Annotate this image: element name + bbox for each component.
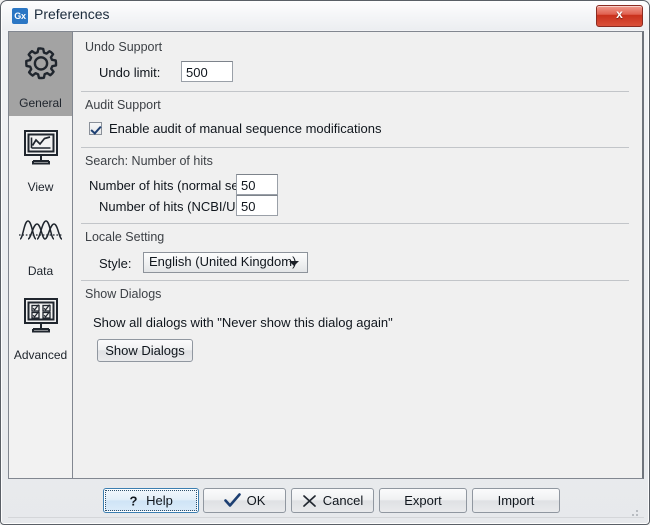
group-title-audit: Audit Support bbox=[85, 98, 161, 112]
locale-style-label: Style: bbox=[99, 256, 132, 271]
audit-checkbox-row[interactable]: Enable audit of manual sequence modifica… bbox=[89, 121, 381, 136]
ok-button[interactable]: OK bbox=[203, 488, 286, 513]
checkmark-icon bbox=[223, 493, 241, 508]
hits-ncbi-input[interactable]: 50 bbox=[236, 195, 278, 216]
sidebar-item-data[interactable]: Data bbox=[9, 200, 72, 284]
hits-normal-input[interactable]: 50 bbox=[236, 174, 278, 195]
resize-grip[interactable] bbox=[628, 505, 640, 517]
section-divider bbox=[81, 223, 629, 224]
title-bar: Gx Preferences x bbox=[2, 2, 649, 30]
locale-style-value: English (United Kingdom) bbox=[149, 254, 297, 269]
sidebar-item-general[interactable]: General bbox=[9, 32, 72, 116]
monitor-checkboxes-icon bbox=[9, 293, 72, 338]
export-button[interactable]: Export bbox=[379, 488, 467, 513]
cross-icon bbox=[302, 494, 317, 508]
cancel-button[interactable]: Cancel bbox=[291, 488, 374, 513]
undo-limit-input[interactable]: 500 bbox=[181, 61, 233, 82]
ok-button-label: OK bbox=[246, 493, 266, 508]
close-button[interactable]: x bbox=[596, 5, 643, 27]
dialog-body: General View Data Advanced Undo Support … bbox=[8, 31, 644, 481]
section-divider bbox=[81, 280, 629, 281]
chevron-down-icon bbox=[289, 261, 299, 266]
window-title: Preferences bbox=[34, 6, 110, 22]
undo-limit-label: Undo limit: bbox=[99, 65, 161, 80]
show-dialogs-description: Show all dialogs with "Never show this d… bbox=[93, 315, 393, 330]
monitor-chart-icon bbox=[9, 125, 72, 170]
dialog-footer: ? Help OK Cancel Export Import bbox=[8, 483, 644, 519]
show-dialogs-button-label: Show Dialogs bbox=[105, 343, 185, 358]
chromatogram-wave-icon bbox=[9, 209, 72, 254]
group-title-undo: Undo Support bbox=[85, 40, 163, 54]
group-title-locale: Locale Setting bbox=[85, 230, 165, 244]
group-title-search: Search: Number of hits bbox=[85, 154, 213, 168]
settings-panel: Undo Support Undo limit: 500 Audit Suppo… bbox=[72, 31, 644, 479]
help-button-label: Help bbox=[146, 493, 173, 508]
sidebar-item-label: View bbox=[27, 180, 54, 194]
import-button-label: Import bbox=[497, 493, 535, 508]
section-divider bbox=[81, 147, 629, 148]
audit-checkbox-label: Enable audit of manual sequence modifica… bbox=[109, 121, 382, 136]
footer-divider bbox=[8, 517, 644, 518]
question-mark-icon: ? bbox=[129, 494, 140, 508]
export-button-label: Export bbox=[404, 493, 442, 508]
show-dialogs-button[interactable]: Show Dialogs bbox=[97, 339, 193, 362]
preferences-dialog: Gx Preferences x General View Data Advan… bbox=[0, 0, 650, 525]
sidebar: General View Data Advanced bbox=[8, 31, 72, 479]
gear-icon bbox=[9, 41, 72, 86]
close-icon: x bbox=[616, 7, 623, 21]
help-button[interactable]: ? Help bbox=[103, 488, 199, 513]
group-title-dialogs: Show Dialogs bbox=[85, 287, 162, 301]
cancel-button-label: Cancel bbox=[322, 493, 364, 508]
sidebar-item-label: General bbox=[19, 96, 62, 110]
section-divider bbox=[81, 91, 629, 92]
locale-style-select[interactable]: English (United Kingdom) bbox=[143, 252, 308, 273]
sidebar-item-view[interactable]: View bbox=[9, 116, 72, 200]
svg-text:?: ? bbox=[130, 494, 138, 508]
audit-checkbox[interactable] bbox=[89, 122, 102, 135]
sidebar-item-label: Data bbox=[27, 264, 54, 278]
sidebar-item-label: Advanced bbox=[13, 348, 68, 362]
import-button[interactable]: Import bbox=[472, 488, 560, 513]
sidebar-item-advanced[interactable]: Advanced bbox=[9, 284, 72, 368]
window-frame: Gx Preferences x General View Data Advan… bbox=[0, 0, 650, 525]
app-icon: Gx bbox=[12, 8, 28, 24]
